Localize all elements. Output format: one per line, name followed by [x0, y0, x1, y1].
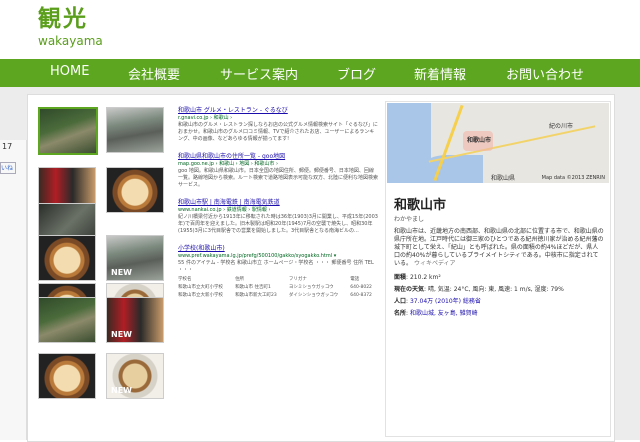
- fact-value: 210.2 km²: [409, 274, 441, 281]
- map-label: 和歌山市: [467, 137, 492, 144]
- table-cell: 640-8372: [350, 293, 372, 298]
- image-thumbnail[interactable]: [38, 107, 98, 155]
- new-label: NEW: [111, 330, 132, 339]
- map-preview[interactable]: 紀の川市 和歌山市 和歌山県 Map data ©2013 ZENRIN: [387, 103, 609, 183]
- fact-value: 晴, 気温: 24°C, 風向: 東, 風速: 1 m/s, 湿度: 79%: [427, 286, 564, 293]
- like-badge[interactable]: いね: [0, 162, 16, 174]
- search-result: 小学校(和歌山市) www.pref.wakayama.lg.jp/prefg/…: [178, 245, 378, 299]
- table-cell: 640-8022: [350, 285, 372, 290]
- fact-label: 人口: [394, 298, 407, 305]
- nav-blog[interactable]: ブログ: [337, 64, 376, 83]
- logo-roman: wakayama: [38, 34, 103, 48]
- entity-reading: わかやまし: [394, 216, 425, 223]
- entity-title: 和歌山市: [394, 198, 447, 213]
- result-title[interactable]: 小学校(和歌山市): [178, 245, 378, 253]
- image-thumbnail[interactable]: [38, 353, 96, 399]
- result-url: www.nankai.co.jp › 鉄道情報 › 駅情報 ›: [178, 207, 271, 213]
- table-cell: 和歌山市立大町小学校: [178, 285, 223, 290]
- nav-services[interactable]: サービス案内: [220, 64, 298, 83]
- image-thumbnail[interactable]: [106, 167, 164, 213]
- map-copyright: Map data ©2013 ZENRIN: [541, 175, 605, 181]
- nav-home[interactable]: HOME: [50, 64, 89, 79]
- nav-news[interactable]: 新着情報: [414, 64, 466, 83]
- map-label: 紀の川市: [549, 123, 574, 130]
- image-thumbnail[interactable]: NEW: [106, 235, 164, 281]
- fact-label: 面積: [394, 274, 407, 281]
- school-table: 学校名 住所 フリガナ 電話 和歌山市立大町小学校 和歌山市 住吉町1 ヨシミシ…: [178, 276, 378, 299]
- result-snippet: 紀ノ川橋梁付近から1913年に移転された時は36年(1903)3月に開業し、平成…: [178, 214, 378, 234]
- site-logo[interactable]: 観光 wakayama: [38, 6, 103, 48]
- result-snippet: 和歌山市のグルメ・レストラン探しならお店の公式グルメ情報検索サイト「ぐるなび」に…: [178, 122, 378, 142]
- table-cell: ダイシンショウガッコウ: [288, 293, 339, 298]
- table-cell: フリガナ: [288, 277, 307, 282]
- fact-population: 人口: 37.04万 (2010年) 総務省: [394, 298, 481, 305]
- table-cell: 電話: [350, 277, 360, 282]
- image-thumbnail[interactable]: [38, 235, 96, 281]
- fact-weather: 現在の天気: 晴, 気温: 24°C, 風向: 東, 風速: 1 m/s, 湿度…: [394, 286, 564, 293]
- table-cell: 和歌山市 住吉町1: [235, 285, 271, 290]
- result-url: www.pref.wakayama.lg.jp/prefg/500100/gak…: [178, 253, 337, 259]
- entity-description: 和歌山市は、近畿地方の南西部、和歌山県の北部に位置する市で、和歌山県の県庁所在地…: [394, 228, 604, 268]
- table-cell: 学校名: [178, 277, 192, 282]
- nav-company[interactable]: 会社概要: [128, 64, 180, 83]
- image-thumbnail[interactable]: NEW: [106, 353, 164, 399]
- wikipedia-link[interactable]: ウィキペディア: [414, 260, 456, 267]
- fact-value[interactable]: 37.04万 (2010年): [410, 298, 461, 305]
- new-label: NEW: [111, 268, 132, 277]
- left-strip: 17 いね: [0, 140, 27, 440]
- image-thumbnail[interactable]: NEW: [106, 297, 164, 343]
- knowledge-panel: 紀の川市 和歌山市 和歌山県 Map data ©2013 ZENRIN 和歌山…: [385, 101, 611, 437]
- table-cell: 和歌山市立大新小学校: [178, 293, 223, 298]
- result-url: r.gnavi.co.jp › 和歌山 ›: [178, 115, 233, 121]
- table-cell: ヨシミショウガッコウ: [288, 285, 334, 290]
- fact-source[interactable]: 総務省: [463, 298, 481, 305]
- image-thumbnail[interactable]: [106, 107, 164, 153]
- nav-contact[interactable]: お問い合わせ: [506, 64, 584, 83]
- left-strip-number: 17: [2, 142, 13, 151]
- search-result: 和歌山市駅 | 南海電鉄 | 南海電気鉄道 www.nankai.co.jp ›…: [178, 199, 378, 235]
- result-url: map.goo.ne.jp › 和歌山 › 地図 › 和歌山市 ›: [178, 161, 279, 167]
- search-results-panel: NEW NEW NEW NEW NEW 和歌山市 グルメ・レストラン - ぐるな…: [27, 94, 615, 442]
- result-snippet: 55 件のアイテム - 学校名 和歌山市立 ホームページ・学校名 ・・・ 郵便番…: [178, 260, 374, 273]
- main-nav: HOME 会社概要 サービス案内 ブログ 新着情報 お問い合わせ: [0, 59, 640, 87]
- fact-value[interactable]: 和歌山城, 友ヶ島, 雑賀崎: [410, 310, 478, 317]
- new-label: NEW: [111, 386, 132, 395]
- result-title[interactable]: 和歌山市 グルメ・レストラン - ぐるなび: [178, 107, 378, 115]
- fact-label: 現在の天気: [394, 286, 425, 293]
- logo-kanji: 観光: [38, 6, 88, 32]
- image-thumbnail[interactable]: [38, 297, 96, 343]
- map-label: 和歌山県: [491, 175, 516, 182]
- result-title[interactable]: 和歌山市駅 | 南海電鉄 | 南海電気鉄道: [178, 199, 378, 207]
- table-cell: 住所: [235, 277, 245, 282]
- search-result: 和歌山市 グルメ・レストラン - ぐるなび r.gnavi.co.jp › 和歌…: [178, 107, 378, 143]
- fact-area: 面積: 210.2 km²: [394, 274, 441, 281]
- fact-sights: 名所: 和歌山城, 友ヶ島, 雑賀崎: [394, 310, 478, 317]
- search-results-list: 和歌山市 グルメ・レストラン - ぐるなび r.gnavi.co.jp › 和歌…: [178, 107, 378, 309]
- fact-label: 名所: [394, 310, 407, 317]
- result-title[interactable]: 和歌山県和歌山市の住所一覧 - goo地図: [178, 153, 378, 161]
- table-cell: 和歌山市新大工町23: [235, 293, 277, 298]
- search-result: 和歌山県和歌山市の住所一覧 - goo地図 map.goo.ne.jp › 和歌…: [178, 153, 378, 189]
- result-snippet: goo 地図。和歌山県和歌山市。日本全国の地図住所、郵便。郵便番号、日本地図、回…: [178, 168, 379, 188]
